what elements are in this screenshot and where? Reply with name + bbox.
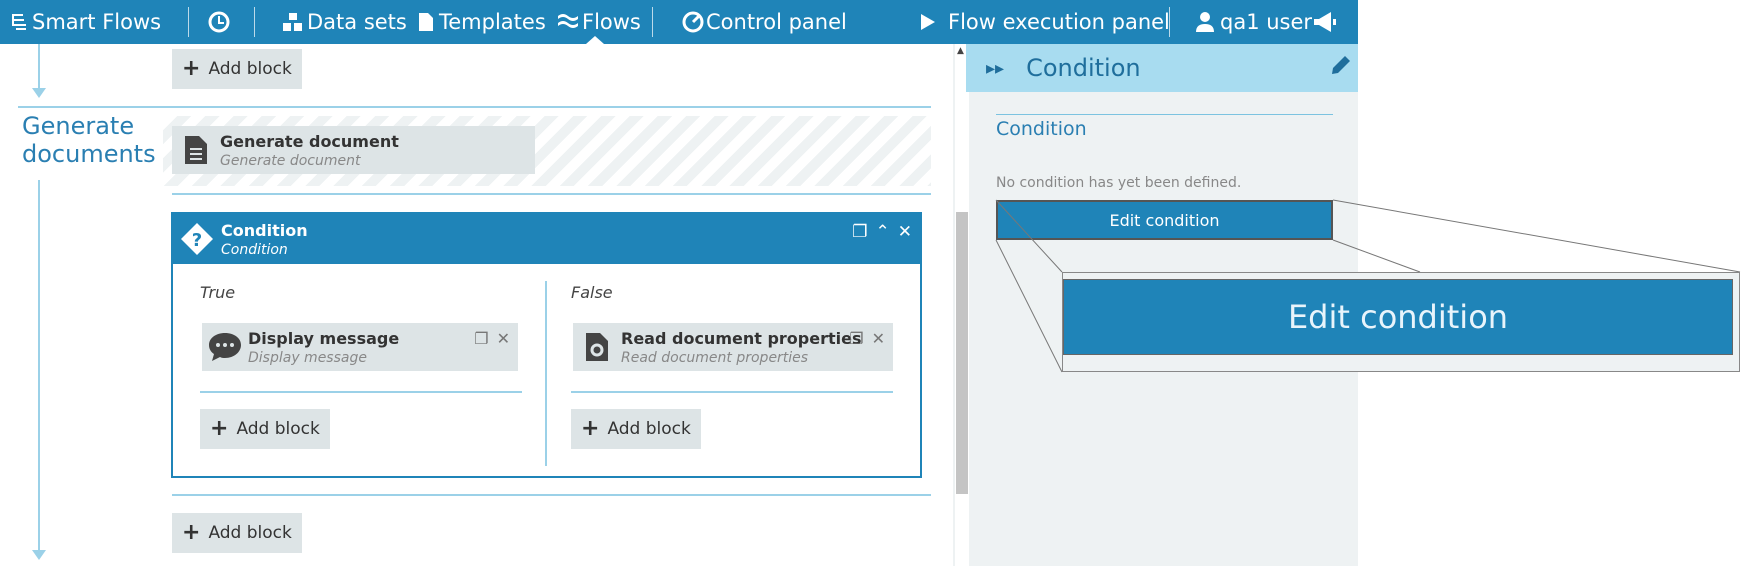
zoomed-edit-condition-label: Edit condition [1287,298,1509,336]
zoomed-edit-condition-button: Edit condition [1063,279,1733,355]
